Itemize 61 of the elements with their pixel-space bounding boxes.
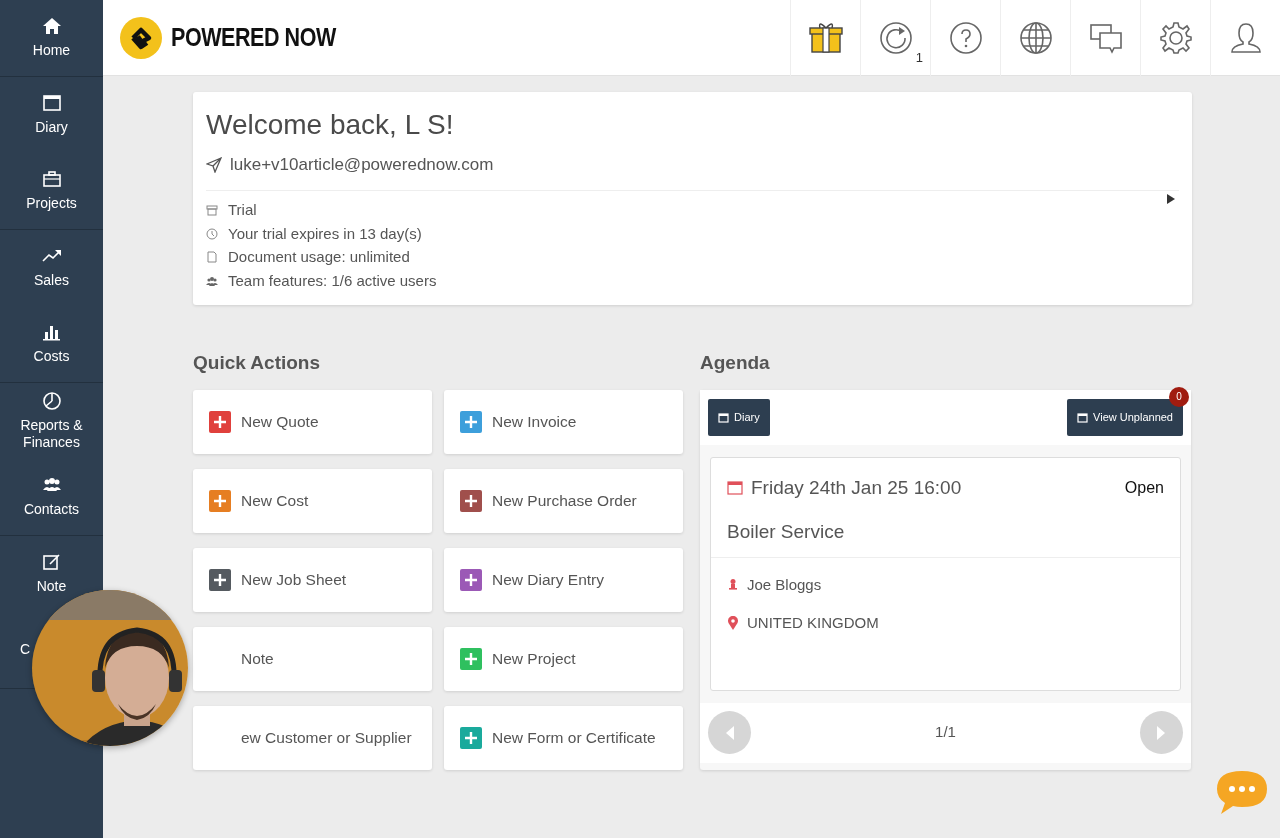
quick-action-button[interactable]: New Purchase Order [444,468,683,533]
sidebar-item[interactable]: Sales [34,272,69,290]
event-date: Friday 24th Jan 25 16:00 [751,475,962,500]
globe-icon [1017,19,1054,56]
quick-action-button[interactable]: ew Customer or Supplier [193,705,432,770]
sync-count: 1 [915,49,923,67]
document-icon [206,251,218,264]
logo-icon [119,15,163,60]
sidebar-item[interactable]: Reports & Finances [0,416,103,452]
refresh-button[interactable]: 1 [860,0,930,76]
account-detail: Team features: 1/6 active users [228,270,437,291]
email-text: luke+v10article@powerednow.com [230,154,494,176]
quick-action-button[interactable]: New Form or Certificate [444,705,683,770]
sidebar-item[interactable]: Home [32,42,71,60]
section-title: Agenda [700,351,771,375]
next-icon [1156,725,1167,740]
person-icon [727,577,739,592]
clock-icon [206,227,218,240]
account-detail: Your trial expires in 13 day(s) [228,223,422,244]
calendar-icon [41,93,62,114]
section-title: Quick Actions [193,351,322,375]
count-badge: 0 [1169,386,1189,407]
quick-action-button[interactable]: New Cost [193,468,432,533]
sidebar-item[interactable]: Costs [33,348,70,366]
page-indicator: 1/1 [935,722,956,743]
archive-icon [206,204,218,217]
briefcase-icon [41,169,62,190]
send-icon [206,156,222,173]
sidebar-item[interactable]: Diary [35,119,68,137]
calendar-icon [718,411,729,423]
event-status: Open [1124,477,1164,498]
welcome-title: Welcome back, L S! [206,108,455,142]
quick-action-button[interactable]: New Invoice [444,389,683,454]
logo-text: POWERED NOW [171,21,336,53]
refresh-icon [877,19,914,56]
help-icon [947,19,984,56]
event-contact: Joe Bloggs [747,574,822,595]
event-title: Boiler Service [727,520,846,544]
account-detail: Trial [228,200,257,220]
account-detail: Document usage: unlimited [228,247,410,267]
quick-action-button[interactable]: Note [193,626,432,691]
pie-chart-icon [41,390,62,411]
event-location: UNITED KINGDOM [747,613,879,633]
settings-icon [1157,19,1194,56]
expand-arrow-icon [1167,194,1175,204]
sidebar-item[interactable]: Note [36,578,67,596]
diary-button[interactable]: Diary [708,398,770,436]
clipboard-icon [1077,411,1089,423]
home-icon [41,16,62,37]
quick-action-button[interactable]: New Job Sheet [193,547,432,612]
quick-action-button[interactable]: New Diary Entry [444,547,683,612]
sidebar-item[interactable]: Contacts [23,501,80,519]
people-icon [206,274,218,287]
calendar-icon [727,479,743,496]
quick-action-button[interactable]: New Quote [193,389,432,454]
edit-icon [41,552,62,573]
sidebar-item[interactable]: C [20,641,31,659]
location-pin-icon [727,616,739,631]
quick-action-button[interactable]: New Project [444,626,683,691]
sidebar-item[interactable]: Projects [26,195,77,213]
previous-icon [724,725,735,740]
